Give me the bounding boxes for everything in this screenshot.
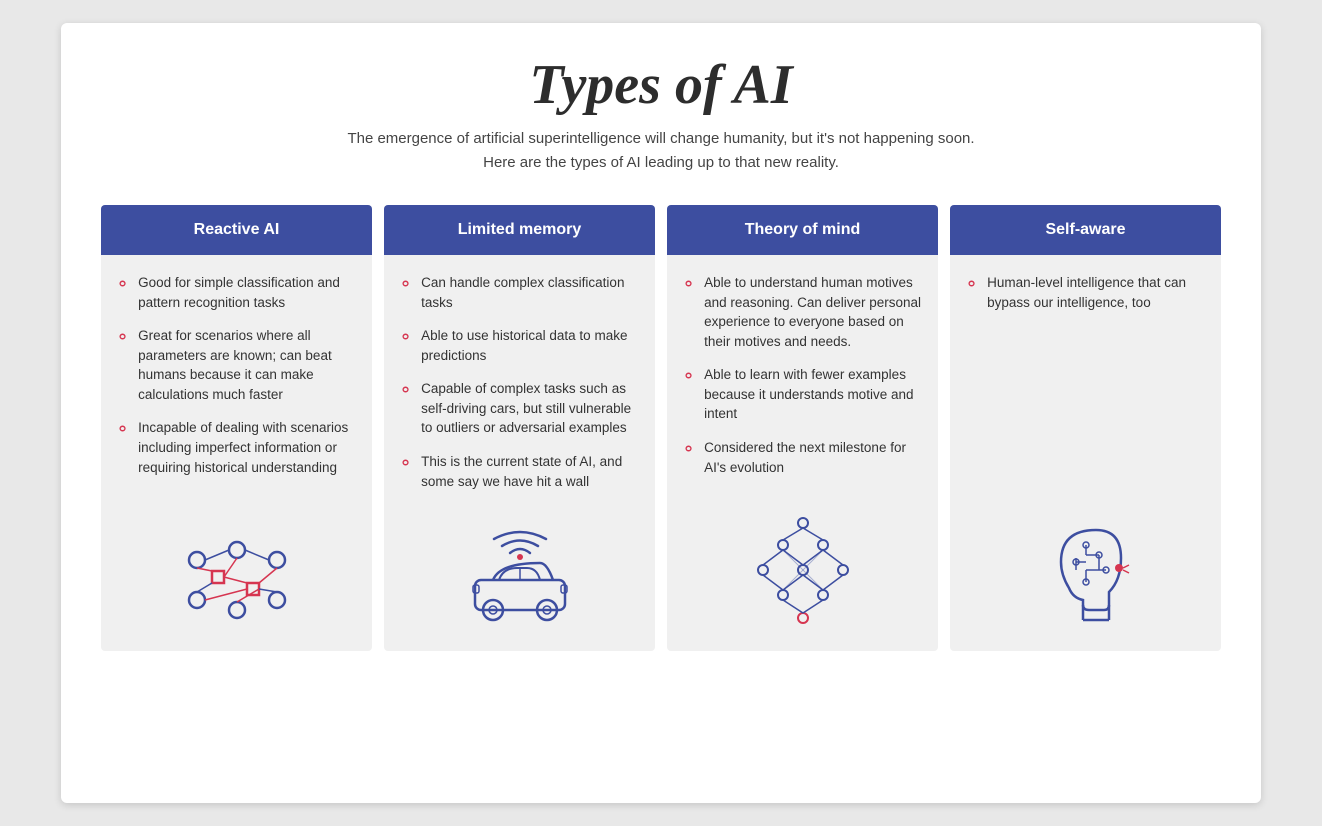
bullet-icon: ⚬ [681,272,696,297]
self-aware-icon [1031,520,1141,635]
bullet-icon: ⚬ [681,364,696,389]
main-card: Types of AI The emergence of artificial … [61,23,1261,803]
col-self-aware: Self-aware ⚬Human-level intelligence tha… [950,205,1221,651]
list-item: ⚬Able to learn with fewer examples becau… [681,365,924,424]
page-header: Types of AI The emergence of artificial … [101,53,1221,175]
bullet-icon: ⚬ [398,451,413,476]
list-item: ⚬Capable of complex tasks such as self-d… [398,379,641,438]
bullet-icon: ⚬ [398,325,413,350]
list-item: ⚬Great for scenarios where all parameter… [115,326,358,404]
bullet-icon: ⚬ [398,272,413,297]
subtitle: The emergence of artificial superintelli… [101,127,1221,175]
col-limited-memory: Limited memory ⚬Can handle complex class… [384,205,655,651]
col-self-aware-body: ⚬Human-level intelligence that can bypas… [950,255,1221,651]
col-theory-of-mind-body: ⚬Able to understand human motives and re… [667,255,938,651]
col-reactive-body: ⚬Good for simple classification and patt… [101,255,372,651]
self-aware-bullet-list: ⚬Human-level intelligence that can bypas… [964,273,1207,326]
bullet-icon: ⚬ [115,417,130,442]
list-item: ⚬Good for simple classification and patt… [115,273,358,312]
col-theory-of-mind: Theory of mind ⚬Able to understand human… [667,205,938,651]
self-aware-icon-area [964,510,1207,641]
list-item: ⚬Incapable of dealing with scenarios inc… [115,418,358,477]
col-limited-memory-header: Limited memory [384,205,655,255]
page-title: Types of AI [101,53,1221,117]
bullet-icon: ⚬ [964,272,979,297]
bullet-icon: ⚬ [115,272,130,297]
limited-memory-bullet-list: ⚬Can handle complex classification tasks… [398,273,641,505]
theory-of-mind-icon-area [681,505,924,641]
col-theory-of-mind-header: Theory of mind [667,205,938,255]
list-item: ⚬Human-level intelligence that can bypas… [964,273,1207,312]
theory-of-mind-icon [748,515,858,635]
list-item: ⚬Considered the next milestone for AI's … [681,438,924,477]
reactive-icon [177,535,297,635]
list-item: ⚬Able to understand human motives and re… [681,273,924,351]
bullet-icon: ⚬ [115,325,130,350]
col-reactive-header: Reactive AI [101,205,372,255]
limited-memory-icon [455,525,585,635]
list-item: ⚬This is the current state of AI, and so… [398,452,641,491]
limited-memory-icon-area [398,515,641,641]
list-item: ⚬Able to use historical data to make pre… [398,326,641,365]
reactive-bullet-list: ⚬Good for simple classification and patt… [115,273,358,491]
reactive-icon-area [115,525,358,641]
theory-of-mind-bullet-list: ⚬Able to understand human motives and re… [681,273,924,491]
bullet-icon: ⚬ [681,437,696,462]
list-item: ⚬Can handle complex classification tasks [398,273,641,312]
col-limited-memory-body: ⚬Can handle complex classification tasks… [384,255,655,651]
columns-grid: Reactive AI ⚬Good for simple classificat… [101,205,1221,651]
col-reactive: Reactive AI ⚬Good for simple classificat… [101,205,372,651]
bullet-icon: ⚬ [398,378,413,403]
col-self-aware-header: Self-aware [950,205,1221,255]
